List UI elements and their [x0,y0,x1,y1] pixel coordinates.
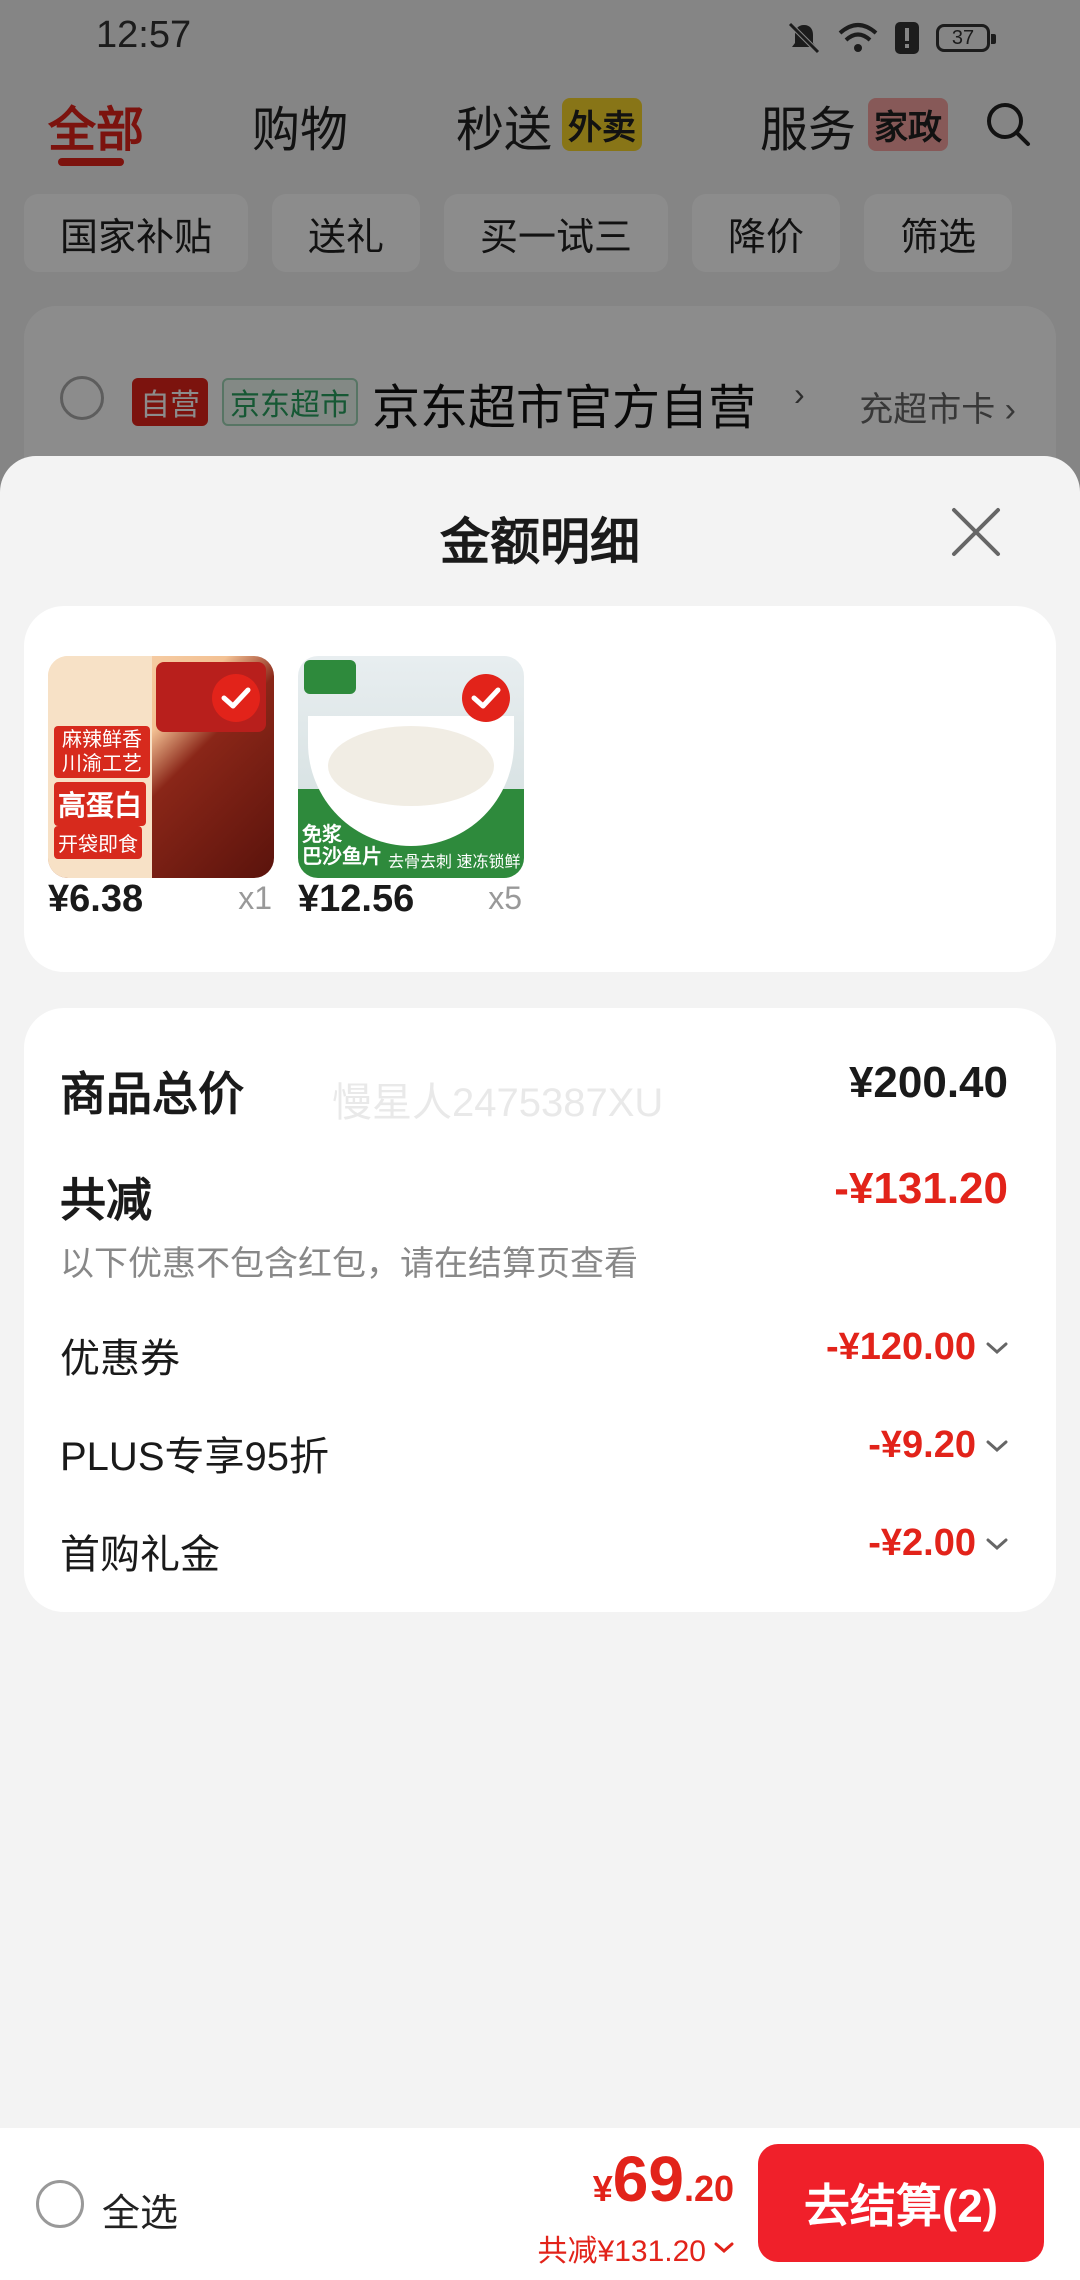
first-purchase-row[interactable]: 首购礼金 -¥2.00 [60,1522,1008,1580]
close-icon[interactable] [948,504,1004,560]
sheet-title: 金额明细 [440,514,640,570]
product-item[interactable]: 麻辣鲜香 川渝工艺 高蛋白 开袋即食 ¥6.38 x1 [48,656,274,920]
amount-detail-sheet: 金额明细 麻辣鲜香 川渝工艺 高蛋白 开袋即食 ¥6.38 x1 免浆 巴沙鱼片… [0,456,1080,2128]
chevron-down-icon [714,2242,734,2253]
product-tag: 开袋即食 [54,826,142,859]
checkout-button[interactable]: 去结算(2) [758,2144,1044,2262]
product-tag: 高蛋白 [54,782,147,826]
plus-discount-label: PLUS专享95折 [60,1435,329,1479]
discount-note-row: 以下优惠不包含红包，请在结算页查看 [60,1236,1008,1285]
plus-discount-value-group: -¥9.20 [868,1424,1008,1467]
total-price-row: 商品总价 ¥200.40 [60,1058,1008,1124]
select-all-radio[interactable] [36,2180,84,2228]
product-image-beef-jerky: 麻辣鲜香 川渝工艺 高蛋白 开袋即食 [48,656,274,878]
discount-row: 共减 -¥131.20 [60,1164,1008,1230]
product-tag: 去骨去刺 速冻锁鲜 [388,854,521,871]
product-quantity: x1 [238,880,272,916]
first-purchase-value: -¥2.00 [868,1522,976,1564]
discount-label: 共减 [60,1174,152,1226]
products-card: 麻辣鲜香 川渝工艺 高蛋白 开袋即食 ¥6.38 x1 免浆 巴沙鱼片 去骨去刺… [24,606,1056,972]
product-quantity: x5 [488,880,522,916]
product-tag: 免浆 [302,824,342,846]
chevron-down-icon[interactable] [986,1439,1008,1453]
chevron-down-icon[interactable] [986,1341,1008,1355]
total-price-label: 商品总价 [60,1068,244,1120]
product-tag: 麻辣鲜香 [62,729,142,751]
total-price-value: ¥200.40 [848,1058,1008,1107]
total-amount: ¥69.20 [593,2142,734,2216]
check-icon [212,674,260,722]
price-detail-card: 慢星人2475387XU 商品总价 ¥200.40 共减 -¥131.20 以下… [24,1008,1056,1612]
plus-discount-value: -¥9.20 [868,1424,976,1466]
coupon-label: 优惠券 [60,1337,180,1381]
total-discount-text: 共减¥131.20 [537,2235,706,2268]
product-item[interactable]: 免浆 巴沙鱼片 去骨去刺 速冻锁鲜 ¥12.56 x5 [298,656,524,920]
product-price: ¥12.56 [298,878,415,920]
product-price: ¥6.38 [48,878,144,920]
select-all-label[interactable]: 全选 [102,2182,178,2237]
discount-value: -¥131.20 [834,1164,1008,1213]
total-currency: ¥ [592,2168,613,2209]
first-purchase-label: 首购礼金 [60,1533,220,1577]
checkout-bar: 全选 ¥69.20 共减¥131.20 去结算(2) [0,2128,1080,2280]
total-integer: 69 [612,2143,684,2215]
total-decimal: .20 [683,2168,734,2209]
chevron-down-icon[interactable] [986,1537,1008,1551]
check-icon [462,674,510,722]
coupon-value-group: -¥120.00 [826,1326,1008,1369]
product-tag: 巴沙鱼片 [302,846,382,868]
coupon-row[interactable]: 优惠券 -¥120.00 [60,1326,1008,1384]
product-tag: 川渝工艺 [62,753,142,775]
plus-discount-row[interactable]: PLUS专享95折 -¥9.20 [60,1424,1008,1482]
coupon-value: -¥120.00 [825,1326,976,1368]
total-discount-toggle[interactable]: 共减¥131.20 [538,2226,734,2270]
first-purchase-value-group: -¥2.00 [868,1522,1008,1565]
discount-note: 以下优惠不包含红包，请在结算页查看 [60,1245,638,1283]
product-image-fish-fillet: 免浆 巴沙鱼片 去骨去刺 速冻锁鲜 [298,656,524,878]
